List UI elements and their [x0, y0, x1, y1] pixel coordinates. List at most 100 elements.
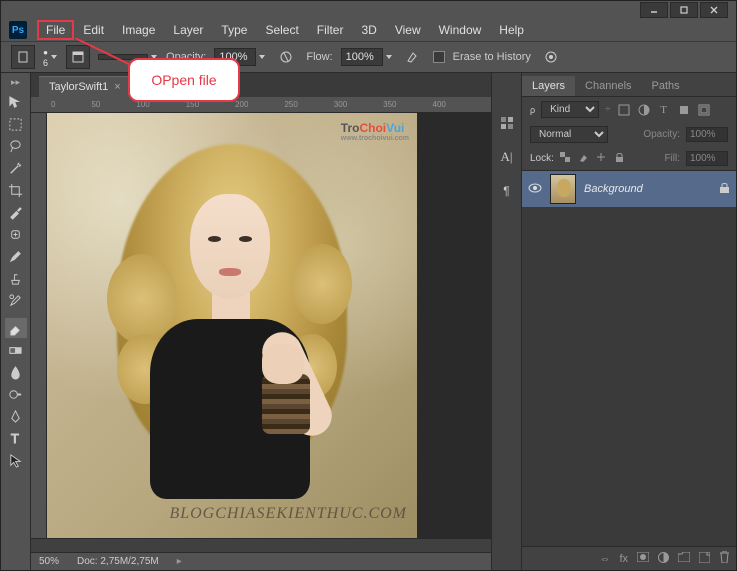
photoshop-logo: Ps — [9, 21, 27, 39]
lock-transparency-icon[interactable] — [560, 152, 573, 165]
eraser-tool[interactable] — [5, 318, 27, 338]
toolbox: ▸▸ T — [1, 73, 31, 570]
adjustment-layer-icon[interactable] — [658, 552, 669, 566]
layer-kind-filter[interactable]: Kind — [541, 101, 599, 118]
link-layers-icon[interactable]: ⇔ — [599, 553, 610, 565]
toolbox-expand-icon[interactable]: ▸▸ — [11, 77, 20, 88]
blur-tool[interactable] — [5, 362, 27, 382]
airbrush-icon[interactable] — [401, 45, 425, 69]
healing-brush-tool[interactable] — [5, 224, 27, 244]
filter-pixel-icon[interactable] — [617, 103, 631, 117]
collapsed-panel-strip: A| ¶ — [491, 73, 521, 570]
filter-shape-icon[interactable] — [677, 103, 691, 117]
document-info[interactable]: Doc: 2,75M/2,75M — [77, 556, 159, 567]
lock-all-icon[interactable] — [614, 152, 627, 165]
path-selection-tool[interactable] — [5, 450, 27, 470]
horizontal-scrollbar[interactable] — [31, 538, 491, 552]
fill-input[interactable] — [686, 151, 728, 166]
delete-layer-icon[interactable] — [719, 551, 730, 566]
menu-type[interactable]: Type — [212, 20, 256, 40]
pressure-size-icon[interactable] — [539, 45, 563, 69]
layer-thumbnail — [550, 174, 576, 204]
menu-select[interactable]: Select — [256, 20, 307, 40]
menu-filter[interactable]: Filter — [308, 20, 353, 40]
photoshop-window: Ps File Edit Image Layer Type Select Fil… — [0, 0, 737, 571]
layer-opacity-label: Opacity: — [643, 129, 680, 140]
menu-edit[interactable]: Edit — [74, 20, 113, 40]
minimize-button[interactable] — [640, 2, 668, 18]
vertical-ruler — [31, 113, 47, 538]
callout-connector — [75, 38, 135, 68]
lock-pixels-icon[interactable] — [578, 152, 591, 165]
svg-text:T: T — [11, 431, 19, 446]
lasso-tool[interactable] — [5, 136, 27, 156]
tab-layers[interactable]: Layers — [522, 76, 575, 96]
document-tab[interactable]: TaylorSwift1 × — [39, 76, 131, 97]
document-tab-row: TaylorSwift1 × — [31, 73, 491, 97]
flow-input[interactable]: 100% — [341, 48, 393, 66]
document-tab-title: TaylorSwift1 — [49, 81, 108, 93]
menu-help[interactable]: Help — [490, 20, 533, 40]
main-area: ▸▸ T TaylorSwift1 × — [1, 73, 736, 570]
lock-label: Lock: — [530, 153, 554, 164]
tab-paths[interactable]: Paths — [642, 76, 690, 96]
menu-image[interactable]: Image — [113, 20, 164, 40]
brush-tool[interactable] — [5, 246, 27, 266]
image-watermark: BLOGCHIASEKIENTHUC.COM — [169, 505, 407, 523]
brush-preset-picker[interactable]: •6 — [43, 46, 58, 68]
filter-adjustment-icon[interactable] — [637, 103, 651, 117]
eyedropper-tool[interactable] — [5, 202, 27, 222]
menu-3d[interactable]: 3D — [352, 20, 385, 40]
annotation-callout: OPpen file — [128, 58, 240, 102]
layer-row[interactable]: Background — [522, 171, 736, 207]
type-tool[interactable]: T — [5, 428, 27, 448]
image-logo-watermark: TroChoiVui www.trochoivui.com — [341, 121, 409, 142]
gradient-tool[interactable] — [5, 340, 27, 360]
crop-tool[interactable] — [5, 180, 27, 200]
chevron-down-icon — [50, 53, 58, 61]
menu-layer[interactable]: Layer — [164, 20, 212, 40]
zoom-level[interactable]: 50% — [39, 556, 59, 567]
canvas-viewport[interactable]: TroChoiVui www.trochoivui.com BLOGCHIASE… — [47, 113, 491, 538]
group-layers-icon[interactable] — [678, 552, 690, 565]
menu-window[interactable]: Window — [430, 20, 491, 40]
pen-tool[interactable] — [5, 406, 27, 426]
horizontal-ruler: 050100150200250300350400 — [31, 97, 491, 113]
marquee-tool[interactable] — [5, 114, 27, 134]
pressure-opacity-icon[interactable] — [274, 45, 298, 69]
menu-view[interactable]: View — [386, 20, 430, 40]
layer-mask-icon[interactable] — [637, 552, 649, 565]
history-brush-tool[interactable] — [5, 290, 27, 310]
titlebar — [1, 1, 736, 19]
paragraph-panel-icon[interactable]: ¶ — [496, 181, 518, 201]
callout-text: OPpen file — [151, 72, 216, 88]
lock-position-icon[interactable] — [596, 152, 609, 165]
visibility-toggle-icon[interactable] — [528, 183, 542, 196]
clone-stamp-tool[interactable] — [5, 268, 27, 288]
layer-name: Background — [584, 183, 643, 195]
tool-preset-icon[interactable] — [11, 45, 35, 69]
swatches-panel-icon[interactable] — [496, 113, 518, 133]
panel-tabs: Layers Channels Paths — [522, 73, 736, 97]
erase-history-checkbox[interactable] — [433, 51, 445, 63]
maximize-button[interactable] — [670, 2, 698, 18]
document-area: TaylorSwift1 × 050100150200250300350400 — [31, 73, 491, 570]
new-layer-icon[interactable] — [699, 552, 710, 566]
blend-mode-select[interactable]: Normal — [530, 126, 608, 143]
filter-type-icon[interactable]: T — [657, 103, 671, 117]
menu-file[interactable]: File — [37, 20, 74, 40]
character-panel-icon[interactable]: A| — [496, 147, 518, 167]
close-tab-icon[interactable]: × — [114, 81, 120, 93]
status-bar: 50% Doc: 2,75M/2,75M ▸ — [31, 552, 491, 570]
close-button[interactable] — [700, 2, 728, 18]
fill-label: Fill: — [664, 153, 680, 164]
dodge-tool[interactable] — [5, 384, 27, 404]
filter-smart-icon[interactable] — [697, 103, 711, 117]
magic-wand-tool[interactable] — [5, 158, 27, 178]
layer-opacity-input[interactable] — [686, 127, 728, 142]
layers-panel-footer: ⇔ fx — [522, 546, 736, 570]
tab-channels[interactable]: Channels — [575, 76, 641, 96]
canvas-image: TroChoiVui www.trochoivui.com BLOGCHIASE… — [47, 113, 417, 538]
layer-style-icon[interactable]: fx — [619, 553, 628, 565]
move-tool[interactable] — [5, 92, 27, 112]
